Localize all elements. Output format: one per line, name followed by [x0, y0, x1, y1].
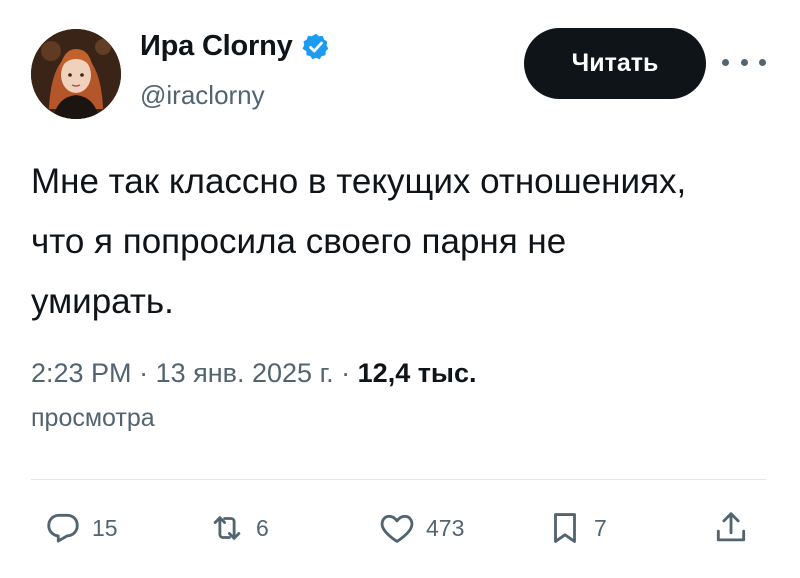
- more-dot: [759, 58, 766, 66]
- divider: [31, 479, 766, 480]
- like-button[interactable]: 473: [378, 508, 464, 548]
- meta-separator: ·: [341, 358, 351, 388]
- author-name[interactable]: Ира Clorny: [140, 30, 331, 63]
- avatar-image: [31, 29, 121, 119]
- bookmark-button[interactable]: 7: [546, 508, 607, 548]
- tweet-meta: 2:23 PM · 13 янв. 2025 г. · 12,4 тыс.: [31, 358, 477, 389]
- tweet-time[interactable]: 2:23 PM: [31, 358, 132, 388]
- share-button[interactable]: [712, 508, 750, 548]
- reply-button[interactable]: 15: [44, 508, 118, 548]
- share-icon: [716, 512, 746, 542]
- views-count: 12,4 тыс.: [357, 358, 477, 388]
- author-display-name[interactable]: Ира Clorny: [140, 30, 293, 63]
- views-label: просмотра: [31, 404, 155, 432]
- more-dot: [740, 58, 748, 66]
- reply-icon: [47, 513, 79, 543]
- bookmark-icon: [554, 513, 576, 543]
- like-count: 473: [426, 514, 465, 541]
- repost-count: 6: [256, 514, 269, 541]
- repost-icon: [213, 516, 241, 540]
- author-handle[interactable]: @iraclorny: [140, 80, 265, 111]
- avatar[interactable]: [31, 29, 121, 119]
- follow-button[interactable]: Читать: [524, 28, 706, 99]
- tweet-line: Мне так классно в текущих отношениях,: [31, 162, 687, 201]
- verified-badge-icon: [302, 33, 328, 59]
- meta-separator: ·: [139, 358, 149, 388]
- repost-button[interactable]: 6: [208, 508, 269, 548]
- tweet-line: что я попросила своего парня не: [31, 222, 567, 261]
- tweet-date[interactable]: 13 янв. 2025 г.: [156, 358, 334, 388]
- tweet-text: Мне так классно в текущих отношениях, чт…: [31, 152, 771, 332]
- heart-icon: [380, 514, 414, 543]
- more-options-icon[interactable]: [722, 50, 766, 74]
- bookmark-count: 7: [594, 514, 607, 541]
- more-dot: [722, 58, 729, 66]
- tweet-line: умирать.: [31, 282, 174, 321]
- reply-count: 15: [92, 514, 118, 541]
